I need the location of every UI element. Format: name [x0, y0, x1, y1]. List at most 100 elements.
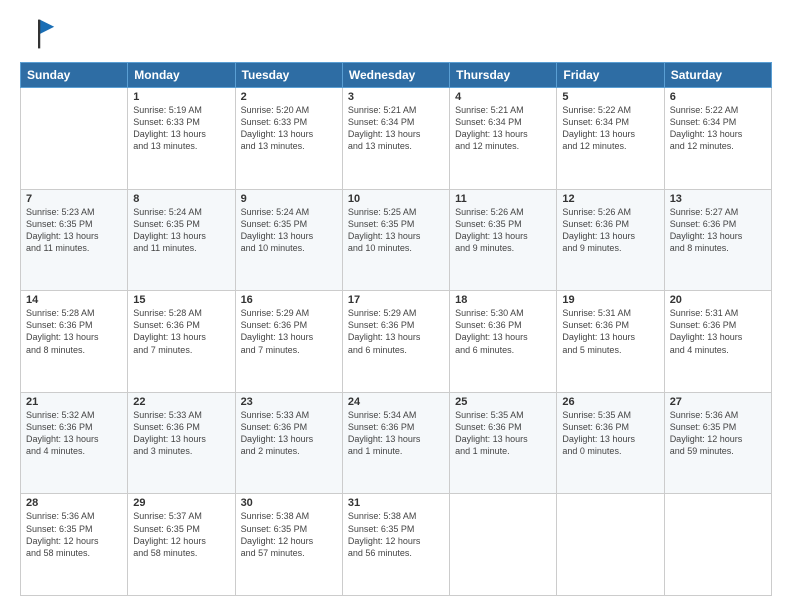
day-cell: 19Sunrise: 5:31 AM Sunset: 6:36 PM Dayli…: [557, 291, 664, 393]
day-cell: 4Sunrise: 5:21 AM Sunset: 6:34 PM Daylig…: [450, 88, 557, 190]
day-number: 19: [562, 294, 658, 306]
day-cell: 24Sunrise: 5:34 AM Sunset: 6:36 PM Dayli…: [342, 392, 449, 494]
day-cell: [450, 494, 557, 596]
day-detail: Sunrise: 5:36 AM Sunset: 6:35 PM Dayligh…: [670, 409, 766, 458]
day-number: 15: [133, 294, 229, 306]
day-number: 27: [670, 396, 766, 408]
day-cell: 2Sunrise: 5:20 AM Sunset: 6:33 PM Daylig…: [235, 88, 342, 190]
day-number: 8: [133, 193, 229, 205]
day-cell: 6Sunrise: 5:22 AM Sunset: 6:34 PM Daylig…: [664, 88, 771, 190]
day-header-wednesday: Wednesday: [342, 63, 449, 88]
day-header-tuesday: Tuesday: [235, 63, 342, 88]
day-detail: Sunrise: 5:38 AM Sunset: 6:35 PM Dayligh…: [348, 510, 444, 559]
week-row-5: 28Sunrise: 5:36 AM Sunset: 6:35 PM Dayli…: [21, 494, 772, 596]
day-detail: Sunrise: 5:35 AM Sunset: 6:36 PM Dayligh…: [455, 409, 551, 458]
day-cell: 23Sunrise: 5:33 AM Sunset: 6:36 PM Dayli…: [235, 392, 342, 494]
day-cell: 21Sunrise: 5:32 AM Sunset: 6:36 PM Dayli…: [21, 392, 128, 494]
day-detail: Sunrise: 5:26 AM Sunset: 6:36 PM Dayligh…: [562, 206, 658, 255]
day-detail: Sunrise: 5:20 AM Sunset: 6:33 PM Dayligh…: [241, 104, 337, 153]
day-detail: Sunrise: 5:31 AM Sunset: 6:36 PM Dayligh…: [562, 307, 658, 356]
day-cell: [664, 494, 771, 596]
day-cell: 18Sunrise: 5:30 AM Sunset: 6:36 PM Dayli…: [450, 291, 557, 393]
day-cell: 7Sunrise: 5:23 AM Sunset: 6:35 PM Daylig…: [21, 189, 128, 291]
header-row: SundayMondayTuesdayWednesdayThursdayFrid…: [21, 63, 772, 88]
day-cell: 10Sunrise: 5:25 AM Sunset: 6:35 PM Dayli…: [342, 189, 449, 291]
day-cell: 8Sunrise: 5:24 AM Sunset: 6:35 PM Daylig…: [128, 189, 235, 291]
day-detail: Sunrise: 5:37 AM Sunset: 6:35 PM Dayligh…: [133, 510, 229, 559]
day-detail: Sunrise: 5:32 AM Sunset: 6:36 PM Dayligh…: [26, 409, 122, 458]
day-cell: 1Sunrise: 5:19 AM Sunset: 6:33 PM Daylig…: [128, 88, 235, 190]
day-detail: Sunrise: 5:19 AM Sunset: 6:33 PM Dayligh…: [133, 104, 229, 153]
day-detail: Sunrise: 5:25 AM Sunset: 6:35 PM Dayligh…: [348, 206, 444, 255]
header: [20, 16, 772, 52]
logo-icon: [20, 16, 56, 52]
day-cell: 16Sunrise: 5:29 AM Sunset: 6:36 PM Dayli…: [235, 291, 342, 393]
day-detail: Sunrise: 5:27 AM Sunset: 6:36 PM Dayligh…: [670, 206, 766, 255]
calendar-table: SundayMondayTuesdayWednesdayThursdayFrid…: [20, 62, 772, 596]
day-number: 26: [562, 396, 658, 408]
day-detail: Sunrise: 5:36 AM Sunset: 6:35 PM Dayligh…: [26, 510, 122, 559]
day-number: 23: [241, 396, 337, 408]
day-cell: 15Sunrise: 5:28 AM Sunset: 6:36 PM Dayli…: [128, 291, 235, 393]
day-cell: [557, 494, 664, 596]
day-number: 25: [455, 396, 551, 408]
day-number: 22: [133, 396, 229, 408]
day-cell: 3Sunrise: 5:21 AM Sunset: 6:34 PM Daylig…: [342, 88, 449, 190]
day-number: 14: [26, 294, 122, 306]
day-cell: 27Sunrise: 5:36 AM Sunset: 6:35 PM Dayli…: [664, 392, 771, 494]
day-number: 31: [348, 497, 444, 509]
day-cell: 20Sunrise: 5:31 AM Sunset: 6:36 PM Dayli…: [664, 291, 771, 393]
day-header-friday: Friday: [557, 63, 664, 88]
day-number: 29: [133, 497, 229, 509]
day-detail: Sunrise: 5:21 AM Sunset: 6:34 PM Dayligh…: [348, 104, 444, 153]
day-number: 21: [26, 396, 122, 408]
day-number: 12: [562, 193, 658, 205]
day-detail: Sunrise: 5:29 AM Sunset: 6:36 PM Dayligh…: [348, 307, 444, 356]
day-detail: Sunrise: 5:30 AM Sunset: 6:36 PM Dayligh…: [455, 307, 551, 356]
day-cell: 29Sunrise: 5:37 AM Sunset: 6:35 PM Dayli…: [128, 494, 235, 596]
day-number: 9: [241, 193, 337, 205]
day-cell: 30Sunrise: 5:38 AM Sunset: 6:35 PM Dayli…: [235, 494, 342, 596]
day-detail: Sunrise: 5:28 AM Sunset: 6:36 PM Dayligh…: [133, 307, 229, 356]
day-cell: 12Sunrise: 5:26 AM Sunset: 6:36 PM Dayli…: [557, 189, 664, 291]
day-detail: Sunrise: 5:22 AM Sunset: 6:34 PM Dayligh…: [562, 104, 658, 153]
day-cell: 17Sunrise: 5:29 AM Sunset: 6:36 PM Dayli…: [342, 291, 449, 393]
day-number: 24: [348, 396, 444, 408]
day-cell: [21, 88, 128, 190]
day-detail: Sunrise: 5:29 AM Sunset: 6:36 PM Dayligh…: [241, 307, 337, 356]
day-detail: Sunrise: 5:33 AM Sunset: 6:36 PM Dayligh…: [133, 409, 229, 458]
day-detail: Sunrise: 5:38 AM Sunset: 6:35 PM Dayligh…: [241, 510, 337, 559]
day-detail: Sunrise: 5:28 AM Sunset: 6:36 PM Dayligh…: [26, 307, 122, 356]
day-detail: Sunrise: 5:34 AM Sunset: 6:36 PM Dayligh…: [348, 409, 444, 458]
day-detail: Sunrise: 5:35 AM Sunset: 6:36 PM Dayligh…: [562, 409, 658, 458]
day-cell: 5Sunrise: 5:22 AM Sunset: 6:34 PM Daylig…: [557, 88, 664, 190]
day-header-monday: Monday: [128, 63, 235, 88]
day-cell: 28Sunrise: 5:36 AM Sunset: 6:35 PM Dayli…: [21, 494, 128, 596]
day-number: 6: [670, 91, 766, 103]
day-cell: 11Sunrise: 5:26 AM Sunset: 6:35 PM Dayli…: [450, 189, 557, 291]
day-header-thursday: Thursday: [450, 63, 557, 88]
day-number: 5: [562, 91, 658, 103]
day-cell: 9Sunrise: 5:24 AM Sunset: 6:35 PM Daylig…: [235, 189, 342, 291]
day-cell: 26Sunrise: 5:35 AM Sunset: 6:36 PM Dayli…: [557, 392, 664, 494]
day-cell: 14Sunrise: 5:28 AM Sunset: 6:36 PM Dayli…: [21, 291, 128, 393]
day-cell: 13Sunrise: 5:27 AM Sunset: 6:36 PM Dayli…: [664, 189, 771, 291]
day-number: 20: [670, 294, 766, 306]
week-row-4: 21Sunrise: 5:32 AM Sunset: 6:36 PM Dayli…: [21, 392, 772, 494]
day-number: 11: [455, 193, 551, 205]
day-number: 1: [133, 91, 229, 103]
week-row-2: 7Sunrise: 5:23 AM Sunset: 6:35 PM Daylig…: [21, 189, 772, 291]
week-row-3: 14Sunrise: 5:28 AM Sunset: 6:36 PM Dayli…: [21, 291, 772, 393]
day-cell: 25Sunrise: 5:35 AM Sunset: 6:36 PM Dayli…: [450, 392, 557, 494]
day-detail: Sunrise: 5:21 AM Sunset: 6:34 PM Dayligh…: [455, 104, 551, 153]
day-detail: Sunrise: 5:33 AM Sunset: 6:36 PM Dayligh…: [241, 409, 337, 458]
day-detail: Sunrise: 5:23 AM Sunset: 6:35 PM Dayligh…: [26, 206, 122, 255]
day-cell: 22Sunrise: 5:33 AM Sunset: 6:36 PM Dayli…: [128, 392, 235, 494]
day-number: 7: [26, 193, 122, 205]
page: SundayMondayTuesdayWednesdayThursdayFrid…: [0, 0, 792, 612]
day-number: 17: [348, 294, 444, 306]
week-row-1: 1Sunrise: 5:19 AM Sunset: 6:33 PM Daylig…: [21, 88, 772, 190]
day-detail: Sunrise: 5:31 AM Sunset: 6:36 PM Dayligh…: [670, 307, 766, 356]
day-detail: Sunrise: 5:24 AM Sunset: 6:35 PM Dayligh…: [133, 206, 229, 255]
day-number: 30: [241, 497, 337, 509]
